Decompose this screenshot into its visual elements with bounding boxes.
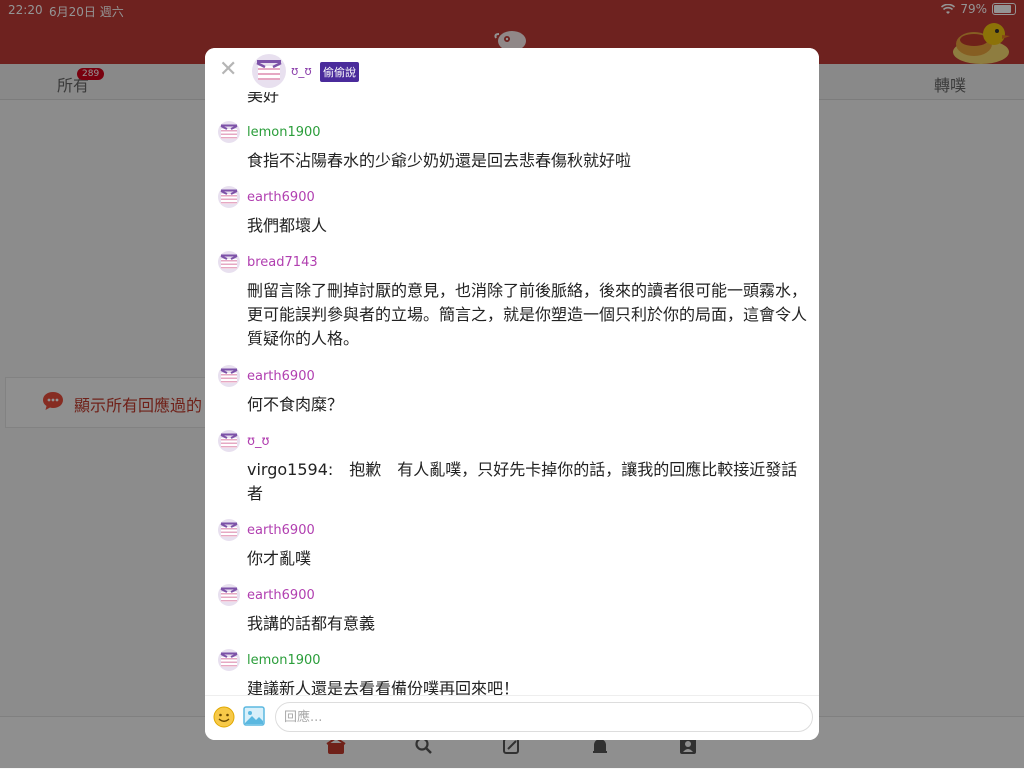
reply-username[interactable]: earth6900 [247,523,315,538]
reply-username[interactable]: ʊ_ʊ [247,434,270,449]
reply-input[interactable] [275,702,813,732]
close-icon[interactable]: ✕ [219,58,237,82]
reply-username[interactable]: lemon1900 [247,653,321,668]
emoji-icon[interactable] [213,706,235,728]
reply-username[interactable]: lemon1900 [247,125,321,140]
reply-username[interactable]: bread7143 [247,255,318,270]
reply-avatar[interactable] [218,649,240,671]
reply-text: 我講的話都有意義 [247,614,376,633]
reply-text: 我們都壞人 [247,216,328,235]
modal-header: ✕ ʊ_ʊ 偷偷說 [205,48,819,92]
reply-avatar[interactable] [218,365,240,387]
reply-avatar[interactable] [218,584,240,606]
reply-text: 建議新人還是去看看備份噗再回來吧！ [247,679,520,695]
reply-username[interactable]: earth6900 [247,369,315,384]
reply-text: 何不食肉糜？ [247,395,344,414]
reply-text: virgo1594: 抱歉 有人亂噗，只好先卡掉你的話，讓我的回應比較接近發話者 [247,460,798,503]
reply-username[interactable]: earth6900 [247,588,315,603]
reply-username[interactable]: earth6900 [247,190,315,205]
plurk-detail-modal: ✕ ʊ_ʊ 偷偷說 美好 lemon1900 食指不沾陽春水的少爺少奶奶還是回去悲… [205,48,819,740]
reply-avatar[interactable] [218,121,240,143]
reply-avatar[interactable] [218,519,240,541]
reply-thread[interactable]: 美好 lemon1900 食指不沾陽春水的少爺少奶奶還是回去悲春傷秋就好啦 ear… [205,80,819,695]
reply-text: 你才亂噗 [247,549,312,568]
author-avatar [252,54,286,88]
reply-text: 刪留言除了刪掉討厭的意見，也消除了前後脈絡，後來的讀者很可能一頭霧水，更可能誤判… [247,281,808,348]
reply-text: 食指不沾陽春水的少爺少奶奶還是回去悲春傷秋就好啦 [247,151,632,170]
image-upload-icon[interactable] [243,706,265,726]
reply-avatar[interactable] [218,430,240,452]
anonymous-badge: 偷偷說 [320,62,359,82]
reply-avatar[interactable] [218,186,240,208]
reply-composer [205,695,819,740]
author-name[interactable]: ʊ_ʊ [291,64,312,78]
reply-avatar[interactable] [218,251,240,273]
